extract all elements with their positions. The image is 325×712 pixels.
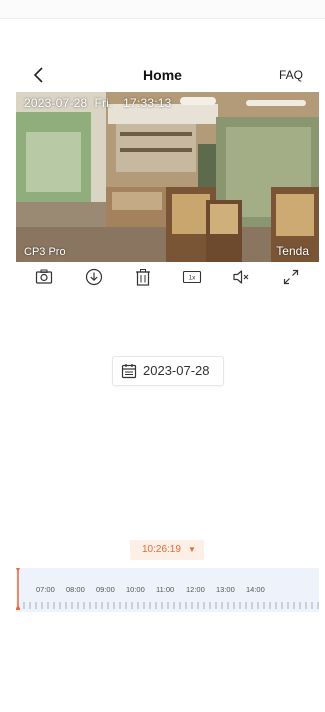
brand-watermark: Tenda — [276, 244, 309, 258]
expand-icon — [283, 269, 299, 285]
download-icon — [85, 268, 103, 286]
snapshot-button[interactable] — [33, 266, 55, 288]
timeline-hour-label: 13:00 — [216, 585, 235, 594]
video-timestamp: 2023-07-28 Fri. 17:33:13 — [24, 96, 172, 110]
camera-feed-image — [16, 92, 319, 262]
playback-toolbar: 1x — [16, 266, 319, 288]
status-bar — [0, 0, 325, 19]
timeline-hour-label: 12:00 — [186, 585, 205, 594]
delete-button[interactable] — [132, 266, 154, 288]
top-bar: Home FAQ — [0, 60, 325, 90]
mute-button[interactable] — [230, 266, 252, 288]
playback-timeline[interactable]: 07:00 08:00 09:00 10:00 11:00 12:00 13:00 14:00 — [16, 568, 319, 612]
calendar-icon — [121, 364, 137, 379]
download-button[interactable] — [83, 266, 105, 288]
date-picker[interactable]: 2023-07-28 — [112, 356, 224, 386]
current-time-badge: 10:26:19 ▼ — [130, 540, 204, 560]
camera-icon — [35, 269, 53, 284]
camera-model-label: CP3 Pro — [24, 246, 66, 258]
speaker-muted-icon — [233, 270, 249, 284]
faq-link[interactable]: FAQ — [279, 68, 303, 82]
page-title: Home — [143, 67, 182, 83]
trash-icon — [136, 269, 150, 286]
fullscreen-button[interactable] — [280, 266, 302, 288]
selected-date: 2023-07-28 — [143, 363, 210, 378]
current-time-label: 10:26:19 — [142, 544, 181, 555]
playhead-marker[interactable] — [16, 568, 20, 612]
timeline-hour-label: 11:00 — [156, 585, 175, 594]
timeline-hour-label: 14:00 — [246, 585, 265, 594]
playback-speed-button[interactable]: 1x — [181, 266, 203, 288]
timeline-hour-label: 10:00 — [126, 585, 145, 594]
video-player[interactable]: 2023-07-28 Fri. 17:33:13 CP3 Pro Tenda — [16, 92, 319, 262]
speed-label: 1x — [189, 274, 197, 281]
timeline-hour-label: 07:00 — [36, 585, 55, 594]
timeline-hour-label: 08:00 — [66, 585, 85, 594]
caret-down-icon: ▼ — [188, 545, 196, 554]
timeline-hour-label: 09:00 — [96, 585, 115, 594]
